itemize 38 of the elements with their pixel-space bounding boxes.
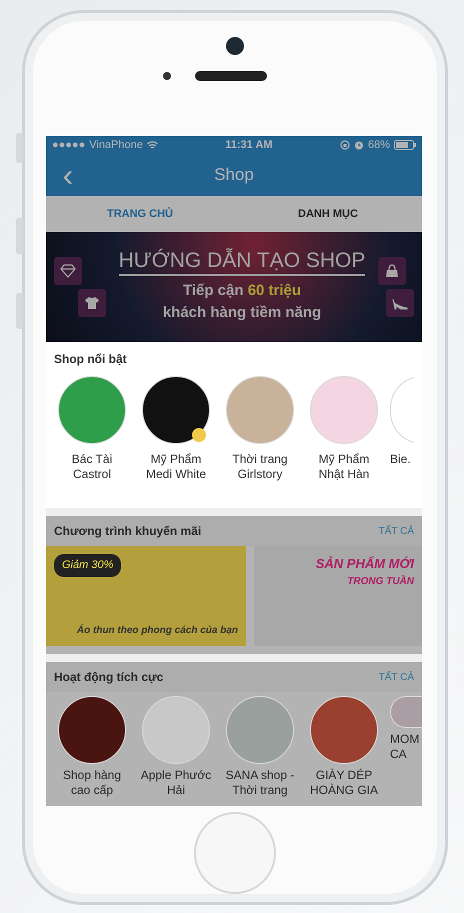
shop-name[interactable]: Thời trang Girlstory (222, 452, 298, 482)
shop-name[interactable]: Mỹ Phẩm Medi White (138, 452, 214, 482)
diamond-icon (60, 264, 76, 278)
shop-name[interactable]: Apple Phước Hải (138, 768, 214, 798)
t-shirt-icon (84, 296, 100, 310)
shop-name[interactable]: GIÀY DÉP HOÀNG GIA (306, 768, 382, 798)
section-title: Chương trình khuyến mãi (54, 523, 202, 540)
high-heel-icon (392, 296, 408, 310)
section-title: Shop nổi bật (54, 351, 128, 368)
camera-icon (226, 37, 244, 55)
speaker-icon (195, 71, 267, 81)
section-title: Hoạt động tích cực (54, 669, 164, 686)
tab[interactable]: DANH MỤC (234, 196, 422, 232)
signal-dots: ●●●●● (52, 138, 86, 153)
promo-banner[interactable]: Giảm 30% Áo thun theo phong cách của bạn (46, 546, 246, 646)
promo-headline: SẢN PHẨM MỚI (316, 555, 414, 573)
alarm-clock-icon (354, 140, 364, 150)
shop-name[interactable]: SANA shop - Thời trang (222, 768, 298, 798)
battery-icon (394, 140, 416, 150)
carrier-name: VinaPhone (89, 138, 143, 153)
shop-name[interactable]: Bác Tài Castrol (54, 452, 130, 482)
banner-text: Tiếp cận 60 triệu (182, 280, 302, 301)
rotation-lock-icon (340, 140, 350, 150)
banner-title: HƯỚNG DẪN TẠO SHOP (118, 249, 366, 276)
screen-title: Shop (214, 165, 254, 184)
shop-name[interactable]: MOM CA (390, 732, 422, 762)
handbag-icon (384, 264, 400, 278)
banner-text: khách hàng tiềm năng (162, 303, 322, 324)
promo-caption: Áo thun theo phong cách của bạn (76, 623, 238, 638)
shop-name[interactable]: Mỹ Phẩm Nhật Hàn (306, 452, 382, 482)
wifi-icon (146, 140, 158, 150)
promo-badge: Giảm 30% (54, 554, 122, 576)
shop-name[interactable]: Bie. (390, 452, 411, 467)
shop-name[interactable]: Shop hàng cao cấp (54, 768, 130, 798)
battery-percent: 68% (368, 138, 390, 153)
status-time: 11:31 AM (225, 138, 273, 153)
sensor-icon (163, 72, 171, 80)
promo-caption: TRONG TUẦN (347, 574, 414, 588)
